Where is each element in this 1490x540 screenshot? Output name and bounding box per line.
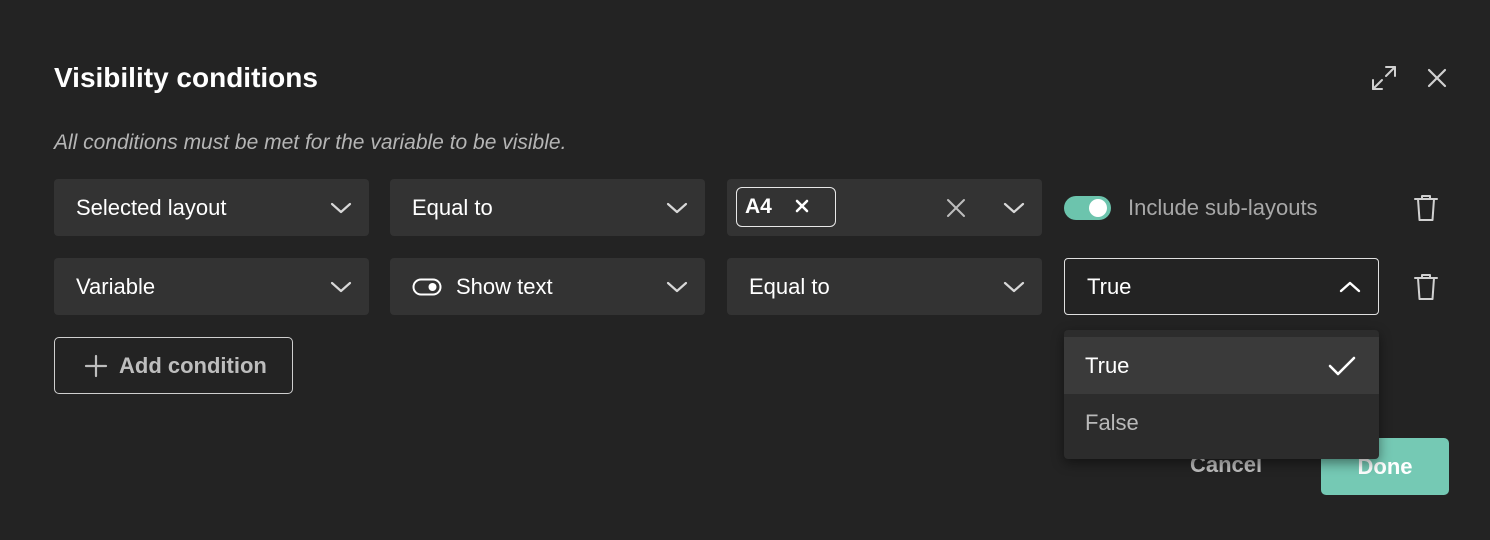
option-label: True bbox=[1085, 352, 1130, 378]
operator-label: Equal to bbox=[749, 273, 830, 299]
remove-chip-icon[interactable] bbox=[793, 197, 811, 215]
dropdown-option-false[interactable]: False bbox=[1064, 394, 1379, 451]
close-icon[interactable] bbox=[1421, 62, 1453, 94]
clear-icon[interactable] bbox=[942, 194, 970, 222]
condition-field-label: Selected layout bbox=[76, 194, 227, 220]
plus-icon bbox=[83, 353, 109, 379]
chevron-down-icon bbox=[663, 273, 691, 301]
check-icon bbox=[1327, 351, 1357, 381]
variable-label: Show text bbox=[456, 273, 553, 299]
value-label: True bbox=[1087, 273, 1132, 299]
expand-icon[interactable] bbox=[1368, 62, 1400, 94]
condition-field-select[interactable]: Variable bbox=[54, 258, 369, 315]
delete-condition-icon[interactable] bbox=[1411, 270, 1441, 304]
value-dropdown-menu: True False bbox=[1064, 330, 1379, 459]
operator-label: Equal to bbox=[412, 194, 493, 220]
dropdown-option-true[interactable]: True bbox=[1064, 337, 1379, 394]
chevron-down-icon bbox=[1000, 194, 1028, 222]
operator-select[interactable]: Equal to bbox=[390, 179, 705, 236]
toggle-knob bbox=[1089, 199, 1107, 217]
variable-select[interactable]: Show text bbox=[390, 258, 705, 315]
option-label: False bbox=[1085, 409, 1139, 435]
delete-condition-icon[interactable] bbox=[1411, 191, 1441, 225]
toggle-icon bbox=[412, 277, 442, 297]
include-sublayouts-toggle[interactable] bbox=[1064, 196, 1111, 220]
chevron-up-icon bbox=[1336, 273, 1364, 301]
layout-chip: A4 bbox=[736, 187, 836, 227]
layout-chip-label: A4 bbox=[745, 195, 772, 218]
condition-field-label: Variable bbox=[76, 273, 156, 299]
dialog-subtitle: All conditions must be met for the varia… bbox=[54, 131, 567, 154]
value-select[interactable]: True bbox=[1064, 258, 1379, 315]
chevron-down-icon bbox=[663, 194, 691, 222]
chevron-down-icon bbox=[327, 194, 355, 222]
condition-field-select[interactable]: Selected layout bbox=[54, 179, 369, 236]
chevron-down-icon bbox=[327, 273, 355, 301]
chevron-down-icon bbox=[1000, 273, 1028, 301]
add-condition-button[interactable]: Add condition bbox=[54, 337, 293, 394]
dialog-title: Visibility conditions bbox=[54, 62, 318, 93]
operator-select[interactable]: Equal to bbox=[727, 258, 1042, 315]
include-sublayouts-label: Include sub-layouts bbox=[1128, 195, 1318, 220]
add-condition-label: Add condition bbox=[119, 352, 267, 378]
